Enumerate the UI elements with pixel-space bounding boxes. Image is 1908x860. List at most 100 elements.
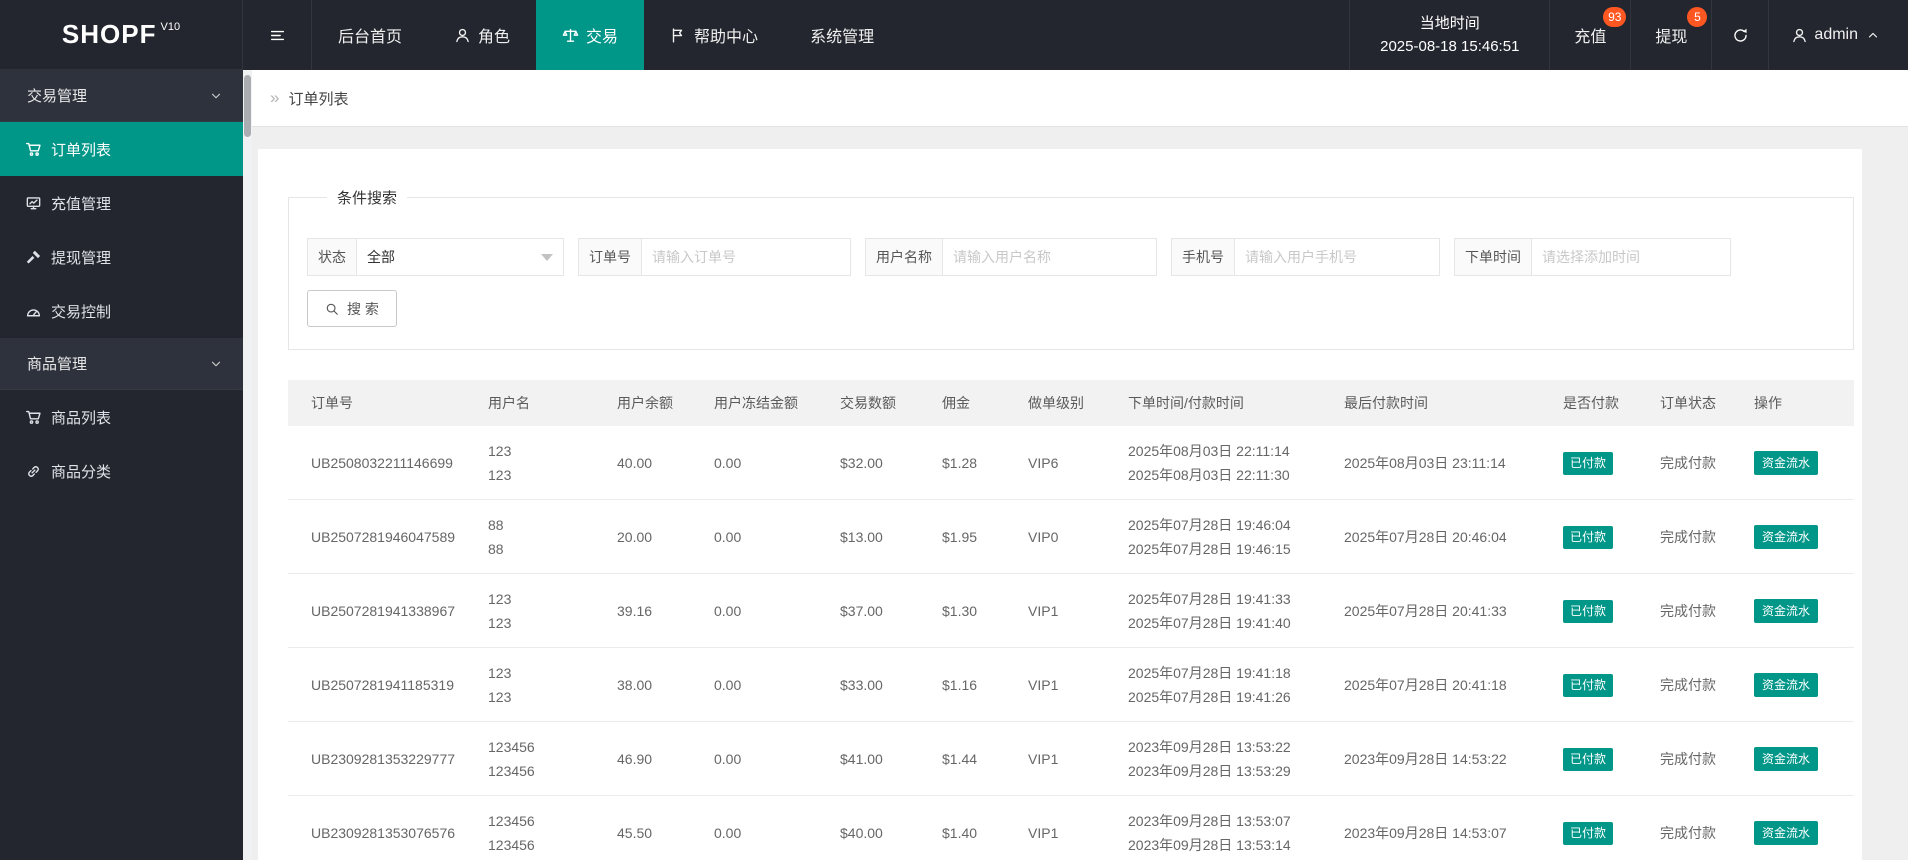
- action-cell: 资金流水: [1754, 820, 1854, 846]
- column-header: 下单时间/付款时间: [1128, 395, 1244, 411]
- order-time-label: 下单时间: [1454, 238, 1532, 276]
- action-cell: 资金流水: [1754, 524, 1854, 550]
- commission-cell: $1.40: [942, 824, 978, 841]
- sidebar-item-label: 订单列表: [51, 141, 112, 159]
- person-icon: [454, 27, 471, 44]
- app-root: SHOPF V10 后台首页 角色 交易 帮助中心 系统管理 当地时间 2025…: [0, 0, 1908, 860]
- chevron-down-icon: [209, 89, 223, 103]
- commission-cell: $1.16: [942, 676, 978, 693]
- status-select[interactable]: 全部: [356, 238, 564, 276]
- column-header: 最后付款时间: [1344, 395, 1428, 411]
- sidebar-group-trade[interactable]: 交易管理: [0, 70, 243, 122]
- gauge-icon: [25, 303, 42, 320]
- table-row: UB2507281941185319 123 123 38.00 0.00 $3…: [288, 648, 1854, 722]
- table-row: UB2507281941338967 123 123 39.16 0.00 $3…: [288, 574, 1854, 648]
- breadcrumb: » 订单列表: [252, 70, 1908, 127]
- order-no-cell: UB2508032211146699: [311, 454, 453, 471]
- paid-status-badge: 已付款: [1563, 452, 1614, 475]
- funds-flow-button[interactable]: 资金流水: [1754, 672, 1819, 698]
- hamburger-icon: [269, 27, 286, 44]
- refresh-button[interactable]: [1712, 0, 1770, 70]
- recharge-button[interactable]: 充值 93: [1550, 0, 1632, 70]
- commission-cell: $1.30: [942, 602, 978, 619]
- paid-status-badge: 已付款: [1563, 526, 1614, 549]
- order-no-cell: UB2507281946047589: [311, 528, 456, 545]
- username-line: 123456: [488, 762, 535, 779]
- order-pay-time-cell: 2023年09月28日 13:53:22 2023年09月28日 13:53:2…: [1128, 735, 1344, 783]
- action-cell: 资金流水: [1754, 450, 1854, 476]
- nav-item-trade[interactable]: 交易: [536, 0, 645, 70]
- paid-cell: 已付款: [1563, 672, 1660, 697]
- nav-item-label: 帮助中心: [694, 29, 759, 46]
- username-input[interactable]: [942, 238, 1157, 276]
- pay-time-line: 2025年07月28日 19:41:40: [1128, 614, 1291, 631]
- funds-flow-button[interactable]: 资金流水: [1754, 450, 1819, 476]
- username-line: 123456: [488, 812, 535, 829]
- username-line: 123: [488, 590, 512, 607]
- phone-label: 手机号: [1171, 238, 1235, 276]
- phone-field-group: 手机号: [1171, 238, 1440, 276]
- order-status-cell: 完成付款: [1660, 602, 1716, 619]
- scrollbar-track[interactable]: [243, 70, 252, 860]
- nav-item-dashboard[interactable]: 后台首页: [312, 0, 428, 70]
- search-button[interactable]: 搜 索: [307, 290, 397, 327]
- withdraw-button[interactable]: 提现 5: [1631, 0, 1713, 70]
- action-cell: 资金流水: [1754, 746, 1854, 772]
- paid-cell: 已付款: [1563, 450, 1660, 475]
- phone-input[interactable]: [1234, 238, 1440, 276]
- sidebar-group-goods[interactable]: 商品管理: [0, 338, 243, 390]
- amount-cell: $32.00: [840, 454, 883, 471]
- admin-username: admin: [1814, 26, 1858, 43]
- username-cell: 123 123: [488, 661, 617, 709]
- sidebar-item-order-list[interactable]: 订单列表: [0, 122, 243, 176]
- column-header: 用户余额: [617, 395, 673, 411]
- link-icon: [25, 463, 42, 480]
- funds-flow-button[interactable]: 资金流水: [1754, 524, 1819, 550]
- pay-time-line: 2025年07月28日 19:41:26: [1128, 688, 1291, 705]
- sidebar-item-label: 交易控制: [51, 303, 112, 321]
- funds-flow-button[interactable]: 资金流水: [1754, 598, 1819, 624]
- funds-flow-button[interactable]: 资金流水: [1754, 820, 1819, 846]
- order-pay-time-cell: 2023年09月28日 13:53:07 2023年09月28日 13:53:1…: [1128, 809, 1344, 857]
- order-time-field-group: 下单时间: [1454, 238, 1731, 276]
- content-area: 条件搜索 状态 全部 订单号 请输入订单号 用户名称 请输入用户名称 手机号 请…: [252, 127, 1908, 860]
- order-time-line: 2025年07月28日 19:41:33: [1128, 590, 1291, 607]
- sidebar-item-goods-list[interactable]: 商品列表: [0, 390, 243, 444]
- order-no-cell: UB2507281941338967: [311, 602, 456, 619]
- sidebar-item-goods-category[interactable]: 商品分类: [0, 444, 243, 498]
- chevron-up-icon: [1866, 28, 1880, 42]
- nav-item-help[interactable]: 帮助中心: [644, 0, 784, 70]
- nav-item-system[interactable]: 系统管理: [784, 0, 900, 70]
- sidebar-toggle-button[interactable]: [243, 0, 312, 70]
- paid-cell: 已付款: [1563, 820, 1660, 845]
- local-time: 当地时间 2025-08-18 15:46:51: [1349, 0, 1551, 70]
- app-logo[interactable]: SHOPF V10: [0, 0, 243, 70]
- order-no-input[interactable]: [641, 238, 851, 276]
- sidebar-item-trade-control[interactable]: 交易控制: [0, 284, 243, 338]
- main-area: » 订单列表 条件搜索 状态 全部 订单号 请输入订单号 用户名称 请输入用户名…: [252, 70, 1908, 860]
- last-pay-time-cell: 2025年07月28日 20:41:18: [1344, 676, 1507, 693]
- table-body: UB2508032211146699 123 123 40.00 0.00 $3…: [288, 426, 1854, 860]
- scales-icon: [562, 27, 579, 44]
- order-time-input[interactable]: [1531, 238, 1731, 276]
- sidebar-item-recharge[interactable]: 充值管理: [0, 176, 243, 230]
- sidebar-item-withdraw[interactable]: 提现管理: [0, 230, 243, 284]
- paid-status-badge: 已付款: [1563, 748, 1614, 771]
- column-header: 订单状态: [1660, 395, 1716, 411]
- funds-flow-button[interactable]: 资金流水: [1754, 746, 1819, 772]
- scrollbar-thumb[interactable]: [244, 75, 251, 137]
- search-fields-row: 状态 全部 订单号 用户名称: [307, 238, 1835, 276]
- cart-icon: [25, 409, 42, 426]
- nav-item-label: 交易: [586, 29, 619, 46]
- pay-time-line: 2025年07月28日 19:46:15: [1128, 540, 1291, 557]
- username-line: 123456: [488, 738, 535, 755]
- level-cell: VIP1: [1028, 824, 1059, 841]
- level-cell: VIP0: [1028, 528, 1059, 545]
- order-time-line: 2023年09月28日 13:53:22: [1128, 738, 1291, 755]
- last-pay-time-cell: 2025年07月28日 20:46:04: [1344, 528, 1507, 545]
- order-no-cell: UB2309281353229777: [311, 750, 456, 767]
- balance-cell: 38.00: [617, 676, 653, 693]
- order-status-cell: 完成付款: [1660, 528, 1716, 545]
- admin-menu[interactable]: admin: [1769, 0, 1908, 70]
- nav-item-roles[interactable]: 角色: [428, 0, 536, 70]
